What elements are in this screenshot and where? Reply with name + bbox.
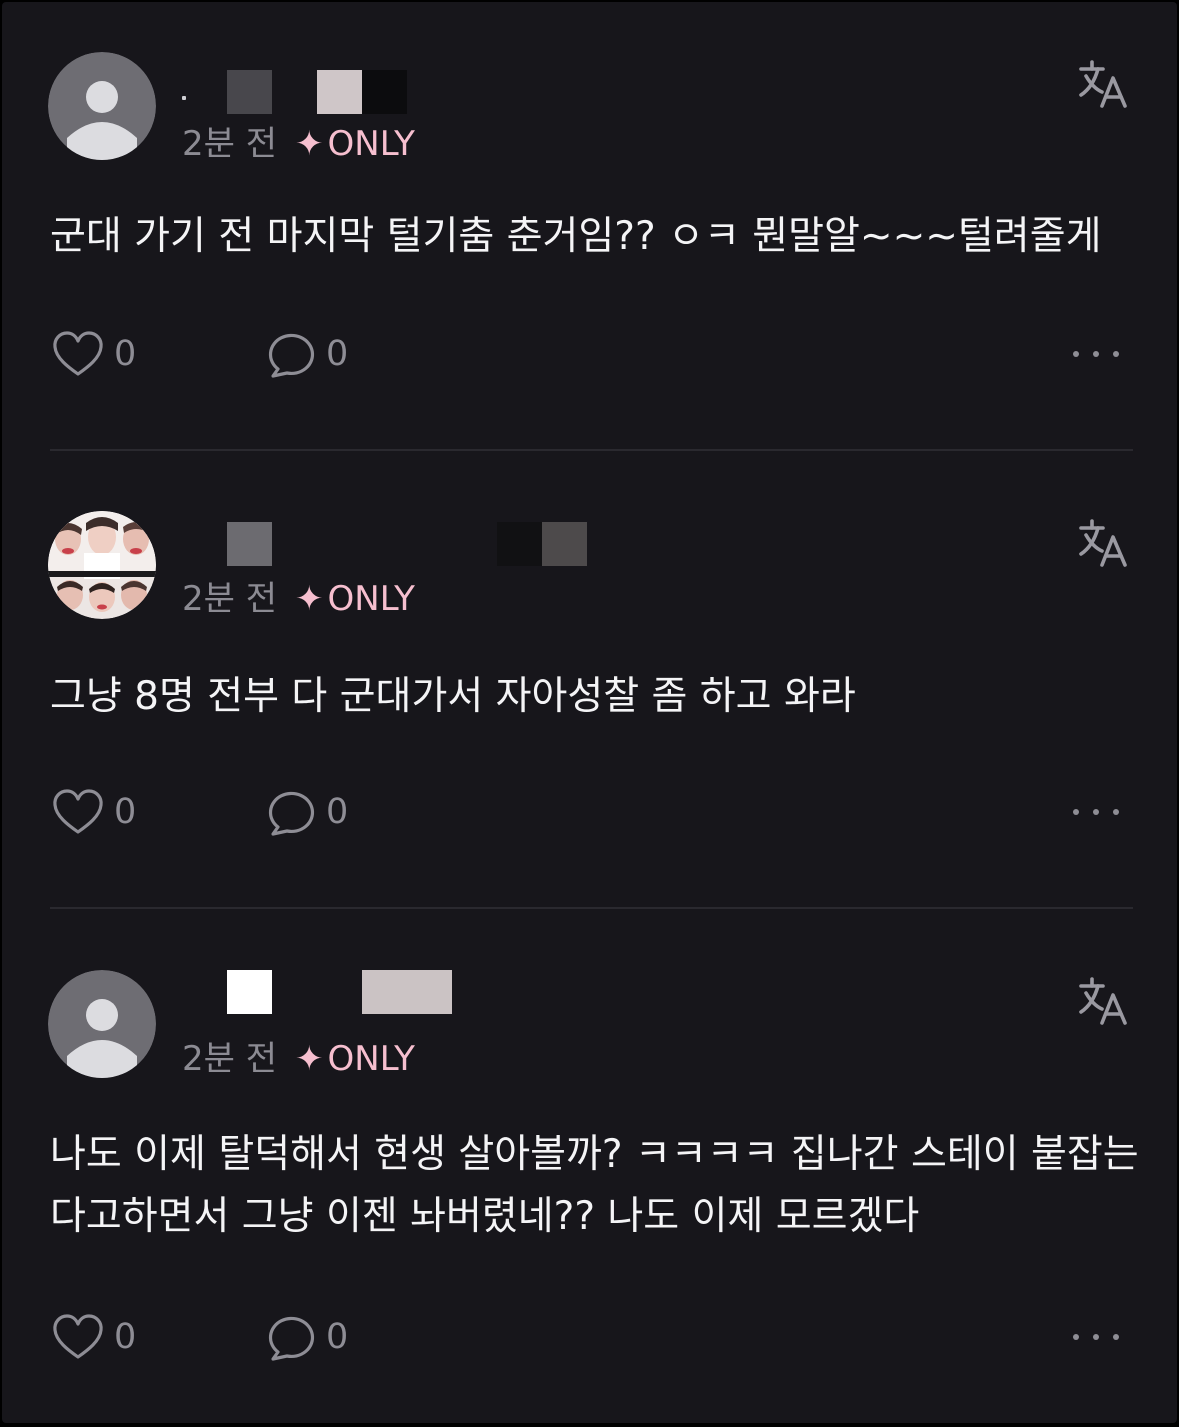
default-avatar-icon xyxy=(48,52,156,160)
photo-avatar-icon xyxy=(48,511,156,619)
avatar[interactable] xyxy=(48,511,156,619)
reply-count: 0 xyxy=(326,1317,349,1357)
translate-icon[interactable] xyxy=(1076,974,1130,1028)
reply-button[interactable]: 0 xyxy=(266,1312,366,1362)
comment-meta: 2분 전 ✦ ONLY xyxy=(182,1036,415,1082)
like-button[interactable]: 0 xyxy=(50,329,150,379)
comment-item: 2분 전 ✦ONLY 그냥 8명 전부 다 군대가서 자아성찰 좀 하고 와라 xyxy=(2,452,1177,908)
comment-actions: 0 0 xyxy=(50,1312,1130,1362)
more-icon xyxy=(1073,1334,1119,1340)
speech-bubble-icon xyxy=(268,333,315,378)
only-badge: ✦ ONLY xyxy=(295,579,415,619)
comment-actions: 0 0 xyxy=(50,787,1130,837)
more-icon xyxy=(1073,351,1119,357)
reply-button[interactable]: 0 xyxy=(266,787,366,837)
translate-icon[interactable] xyxy=(1076,57,1130,111)
like-count: 0 xyxy=(114,792,137,832)
heart-icon xyxy=(53,1314,103,1359)
speech-bubble-icon xyxy=(268,1316,315,1361)
reply-count: 0 xyxy=(326,792,349,832)
comment-meta: 2분 전 ✦ ONLY xyxy=(182,576,415,622)
comment-meta: 2분 전 ✦ ONLY xyxy=(182,121,415,167)
avatar[interactable] xyxy=(48,52,156,160)
reply-count: 0 xyxy=(326,334,349,374)
more-options-button[interactable] xyxy=(1070,787,1130,837)
like-count: 0 xyxy=(114,334,137,374)
speech-bubble-icon xyxy=(268,791,315,836)
translate-icon[interactable] xyxy=(1076,516,1130,570)
divider xyxy=(50,449,1133,451)
timestamp: 2분 전 xyxy=(182,124,277,164)
heart-icon xyxy=(53,331,103,376)
like-button[interactable]: 0 xyxy=(50,787,150,837)
like-count: 0 xyxy=(114,1317,137,1357)
comment-actions: 0 0 xyxy=(50,329,1130,379)
avatar[interactable] xyxy=(48,970,156,1078)
only-badge: ✦ ONLY xyxy=(295,124,415,164)
more-icon xyxy=(1073,809,1119,815)
more-options-button[interactable] xyxy=(1070,1312,1130,1362)
sparkle-icon: ✦ xyxy=(295,1039,324,1079)
sparkle-icon: ✦ xyxy=(295,124,324,164)
sparkle-icon: ✦ xyxy=(295,579,324,619)
comment-text: 군대 가기 전 마지막 털기춤 춘거임?? ㅇㅋ 뭔말알~~~털려줄게 xyxy=(50,214,1102,259)
comment-item: 2분 전 ✦ ONLY 군대 가기 전 마지막 털기춤 춘거임?? ㅇㅋ 뭔말알~~… xyxy=(2,2,1177,450)
comment-text: 그냥 8명 전부 다 군대가서 자아성찰 좀 하고 와라 xyxy=(50,674,856,719)
comment-text: 나도 이제 탈덕해서 현생 살아볼까? ㅋㅋㅋㅋ 집나간 스테이 붙잡는다고하면… xyxy=(50,1132,1139,1239)
default-avatar-icon xyxy=(48,970,156,1078)
comment-feed: 2분 전 ✦ ONLY 군대 가기 전 마지막 털기춤 춘거임?? ㅇㅋ 뭔말알~~… xyxy=(2,2,1177,1423)
more-options-button[interactable] xyxy=(1070,329,1130,379)
comment-item: 2분 전 ✦ ONLY 나도 이제 탈덕해서 현생 살아볼까? ㅋㅋㅋㅋ 집나간 스… xyxy=(2,910,1177,1423)
divider xyxy=(50,907,1133,909)
only-badge: ✦ ONLY xyxy=(295,1039,415,1079)
timestamp: 2분 전 xyxy=(182,1039,277,1079)
reply-button[interactable]: 0 xyxy=(266,329,366,379)
timestamp: 2분 전 xyxy=(182,579,277,619)
heart-icon xyxy=(53,789,103,834)
like-button[interactable]: 0 xyxy=(50,1312,150,1362)
